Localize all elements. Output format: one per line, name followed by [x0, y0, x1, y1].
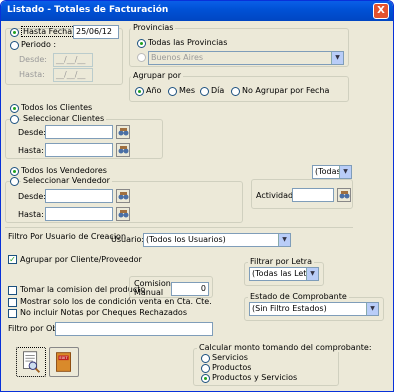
clientes-hasta-input[interactable]: [45, 143, 113, 157]
vendedores-hasta-search-button[interactable]: [116, 207, 130, 221]
binoculars-icon: [118, 192, 129, 200]
seleccionar-clientes-label: Seleccionar Clientes: [21, 114, 107, 123]
seleccionar-vendedor-label: Seleccionar Vendedor: [21, 176, 112, 185]
binoculars-icon: [118, 146, 129, 154]
comision-manual-input[interactable]: 0: [171, 282, 209, 296]
comision-manual-label-2: Manual: [134, 288, 164, 297]
agrupar-group-label: Agrupar por: [131, 71, 183, 80]
notas-cheques-checkbox[interactable]: [8, 309, 17, 318]
monto-productos-servicios-label: Productos y Servicios: [212, 373, 298, 382]
clientes-desde-input[interactable]: [45, 125, 113, 139]
clientes-hasta-label: Hasta:: [18, 146, 44, 155]
provincia-especifica-radio[interactable]: [137, 53, 146, 62]
actividad-search-button[interactable]: [337, 188, 351, 202]
periodo-hasta-label: Hasta:: [19, 70, 45, 79]
clientes-hasta-search-button[interactable]: [116, 143, 130, 157]
todos-clientes-label: Todos los Clientes: [21, 103, 93, 112]
estado-group-label: Estado de Comprobante: [248, 292, 349, 301]
binoculars-icon: [118, 210, 129, 218]
title-bar: Listado - Totales de Facturación X: [1, 1, 393, 21]
todas-provincias-label: Todas las Provincias: [148, 38, 228, 47]
clientes-desde-label: Desde:: [18, 128, 46, 137]
provincia-select[interactable]: Buenos Aires ▼: [148, 51, 344, 65]
agrupar-cliente-checkbox[interactable]: ✓: [8, 255, 17, 264]
print-preview-button[interactable]: [16, 347, 46, 377]
binoculars-icon: [339, 191, 350, 199]
agrupar-anio-radio[interactable]: [135, 87, 144, 96]
letra-select[interactable]: (Todas las Letras ▼: [249, 267, 319, 281]
exit-icon: EXIT: [56, 352, 71, 372]
report-window: Listado - Totales de Facturación X Hasta…: [0, 0, 394, 392]
print-preview-icon: [23, 351, 41, 373]
vendedores-desde-input[interactable]: [45, 189, 113, 203]
periodo-desde-input[interactable]: __/__/__: [53, 53, 93, 67]
agrupar-dia-label: Día: [211, 86, 225, 95]
agrupar-cliente-label: Agrupar por Cliente/Proveedor: [20, 255, 142, 264]
notas-cheques-label: No incluir Notas por Cheques Rechazados: [20, 308, 187, 317]
monto-servicios-radio[interactable]: [201, 354, 210, 363]
periodo-hasta-input[interactable]: __/__/__: [53, 68, 93, 82]
provincias-group-label: Provincias: [131, 23, 176, 32]
tomar-comision-checkbox[interactable]: [8, 286, 17, 295]
clientes-desde-search-button[interactable]: [116, 125, 130, 139]
agrupar-mes-label: Mes: [179, 86, 195, 95]
estado-select[interactable]: (Sin Filtro Estados) ▼: [249, 302, 379, 316]
usuario-select-value: (Todos los Usuarios): [146, 235, 226, 244]
filtro-usuario-label: Filtro Por Usuario de Creacion: [8, 232, 127, 241]
periodo-desde-label: Desde:: [19, 55, 47, 64]
hasta-fecha-label: Hasta Fecha :: [21, 26, 80, 37]
letra-group-label: Filtrar por Letra: [248, 257, 314, 266]
chevron-down-icon: ▼: [278, 234, 290, 246]
periodo-label: Periodo :: [21, 40, 57, 49]
condicion-venta-label: Mostrar solo los de condición venta en C…: [20, 297, 212, 306]
vendedores-desde-label: Desde:: [18, 192, 46, 201]
estado-select-value: (Sin Filtro Estados): [252, 304, 327, 313]
actividad-label: Actividad: [256, 191, 294, 200]
vendedores-desde-search-button[interactable]: [116, 189, 130, 203]
monto-productos-radio[interactable]: [201, 364, 210, 373]
monto-servicios-label: Servicios: [212, 353, 248, 362]
binoculars-icon: [118, 128, 129, 136]
todos-clientes-radio[interactable]: [10, 104, 19, 113]
seleccionar-vendedor-radio[interactable]: [10, 177, 19, 186]
chevron-down-icon: ▼: [366, 303, 378, 315]
comision-manual-label-1: Comision: [134, 279, 171, 288]
chevron-down-icon: ▼: [306, 268, 318, 280]
provincia-select-value: Buenos Aires: [151, 53, 204, 62]
todos-vendedores-radio[interactable]: [10, 167, 19, 176]
agrupar-mes-radio[interactable]: [168, 87, 177, 96]
usuario-label: Usuario:: [111, 235, 145, 244]
condicion-venta-checkbox[interactable]: [8, 298, 17, 307]
vendedores-combo[interactable]: (Todas lá ▼: [312, 165, 352, 179]
close-button[interactable]: X: [373, 3, 389, 19]
no-agrupar-label: No Agrupar por Fecha: [242, 86, 330, 95]
no-agrupar-radio[interactable]: [231, 87, 240, 96]
exit-icon-text: EXIT: [59, 356, 68, 360]
todos-vendedores-label: Todos los Vendedores: [21, 166, 107, 175]
monto-productos-servicios-radio[interactable]: [201, 374, 210, 383]
seleccionar-clientes-radio[interactable]: [10, 115, 19, 124]
exit-button[interactable]: EXIT: [49, 347, 79, 377]
tomar-comision-label: Tomar la comision del producto: [20, 285, 146, 294]
monto-group-label: Calcular monto tomando del comprobante:: [197, 343, 374, 352]
todas-provincias-radio[interactable]: [137, 39, 146, 48]
hasta-fecha-radio[interactable]: [10, 28, 19, 37]
obs-input[interactable]: [55, 322, 213, 336]
window-title: Listado - Totales de Facturación: [7, 5, 169, 15]
vendedores-hasta-input[interactable]: [45, 207, 113, 221]
monto-productos-label: Productos: [212, 363, 252, 372]
chevron-down-icon: ▼: [339, 166, 351, 178]
hasta-fecha-input[interactable]: 25/06/12: [73, 25, 119, 39]
vendedores-hasta-label: Hasta:: [18, 210, 44, 219]
agrupar-anio-label: Año: [146, 86, 162, 95]
chevron-down-icon: ▼: [331, 52, 343, 64]
agrupar-dia-radio[interactable]: [200, 87, 209, 96]
periodo-radio[interactable]: [10, 41, 19, 50]
actividad-input[interactable]: [292, 188, 334, 202]
usuario-select[interactable]: (Todos los Usuarios) ▼: [143, 233, 291, 247]
